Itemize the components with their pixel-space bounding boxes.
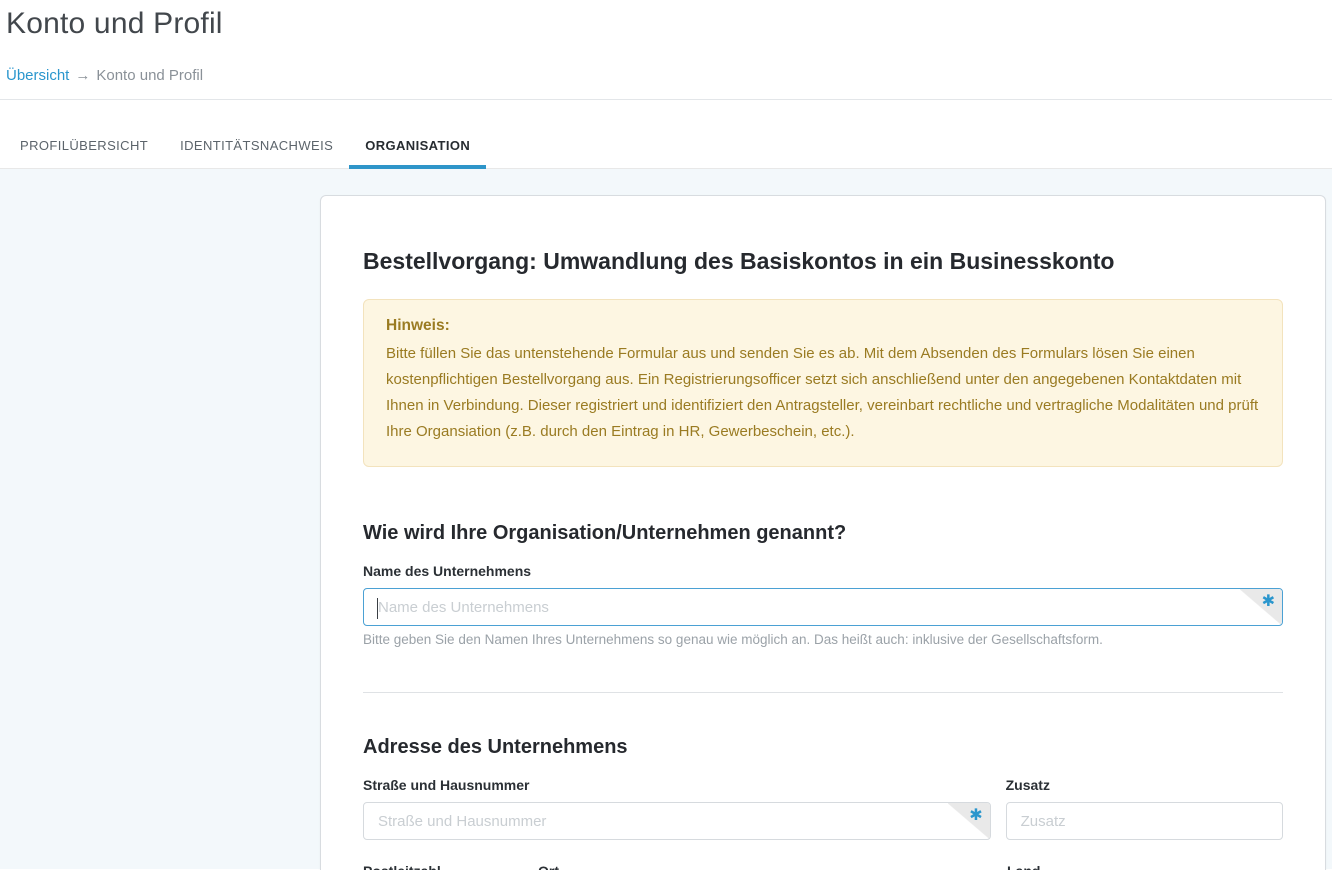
notice-heading: Hinweis:: [386, 317, 1260, 335]
postcode-city-group: Postleitzahl Ort ✱ ✱: [363, 863, 992, 870]
company-name-label: Name des Unternehmens: [363, 563, 1283, 579]
address-row-2: Postleitzahl Ort ✱ ✱: [363, 863, 1283, 870]
country-field-group: Land: [1007, 863, 1283, 870]
company-name-input[interactable]: [364, 589, 1282, 625]
form-title: Bestellvorgang: Umwandlung des Basiskont…: [363, 248, 1283, 275]
section-company-name: Wie wird Ihre Organisation/Unternehmen g…: [363, 522, 1283, 647]
required-asterisk-icon: ✱: [969, 807, 982, 823]
notice-body: Bitte füllen Sie das untenstehende Formu…: [386, 341, 1260, 445]
section-address: Adresse des Unternehmens Straße und Haus…: [363, 736, 1283, 870]
tab-bar: PROFILÜBERSICHT IDENTITÄTSNACHWEIS ORGAN…: [0, 100, 1332, 169]
page-header: Konto und Profil Übersicht → Konto und Pro…: [0, 0, 1332, 100]
content-background: Bestellvorgang: Umwandlung des Basiskont…: [0, 169, 1332, 869]
section-company-name-heading: Wie wird Ihre Organisation/Unternehmen g…: [363, 522, 1283, 545]
postcode-label: Postleitzahl: [363, 863, 525, 870]
addition-field: [1006, 802, 1283, 840]
breadcrumb-separator: →: [75, 67, 90, 84]
street-field: ✱: [363, 802, 991, 840]
address-row-1: Straße und Hausnummer ✱ Zusatz: [363, 777, 1283, 840]
notice-box: Hinweis: Bitte füllen Sie das untenstehe…: [363, 299, 1283, 467]
addition-input[interactable]: [1007, 803, 1282, 839]
required-asterisk-icon: ✱: [1262, 593, 1275, 609]
tab-profiluebersicht[interactable]: PROFILÜBERSICHT: [4, 138, 164, 168]
country-label: Land: [1007, 863, 1283, 870]
organisation-form-card: Bestellvorgang: Umwandlung des Basiskont…: [320, 195, 1326, 870]
tab-organisation[interactable]: ORGANISATION: [349, 138, 486, 168]
addition-label: Zusatz: [1006, 777, 1283, 793]
postcode-city-labels: Postleitzahl Ort: [363, 863, 992, 870]
city-label: Ort: [538, 863, 992, 870]
text-caret: [377, 598, 378, 619]
breadcrumb: Übersicht → Konto und Profil: [6, 67, 1332, 84]
page-title: Konto und Profil: [6, 4, 1332, 44]
breadcrumb-link-uebersicht[interactable]: Übersicht: [6, 67, 69, 84]
street-input[interactable]: [364, 803, 990, 839]
breadcrumb-current: Konto und Profil: [96, 67, 203, 84]
section-address-heading: Adresse des Unternehmens: [363, 736, 1283, 759]
street-field-group: Straße und Hausnummer ✱: [363, 777, 991, 840]
tab-identitaetsnachweis[interactable]: IDENTITÄTSNACHWEIS: [164, 138, 349, 168]
street-label: Straße und Hausnummer: [363, 777, 991, 793]
section-divider: [363, 692, 1283, 693]
addition-field-group: Zusatz: [1006, 777, 1283, 840]
company-name-field: ✱: [363, 588, 1283, 626]
company-name-hint: Bitte geben Sie den Namen Ihres Unterneh…: [363, 632, 1283, 647]
